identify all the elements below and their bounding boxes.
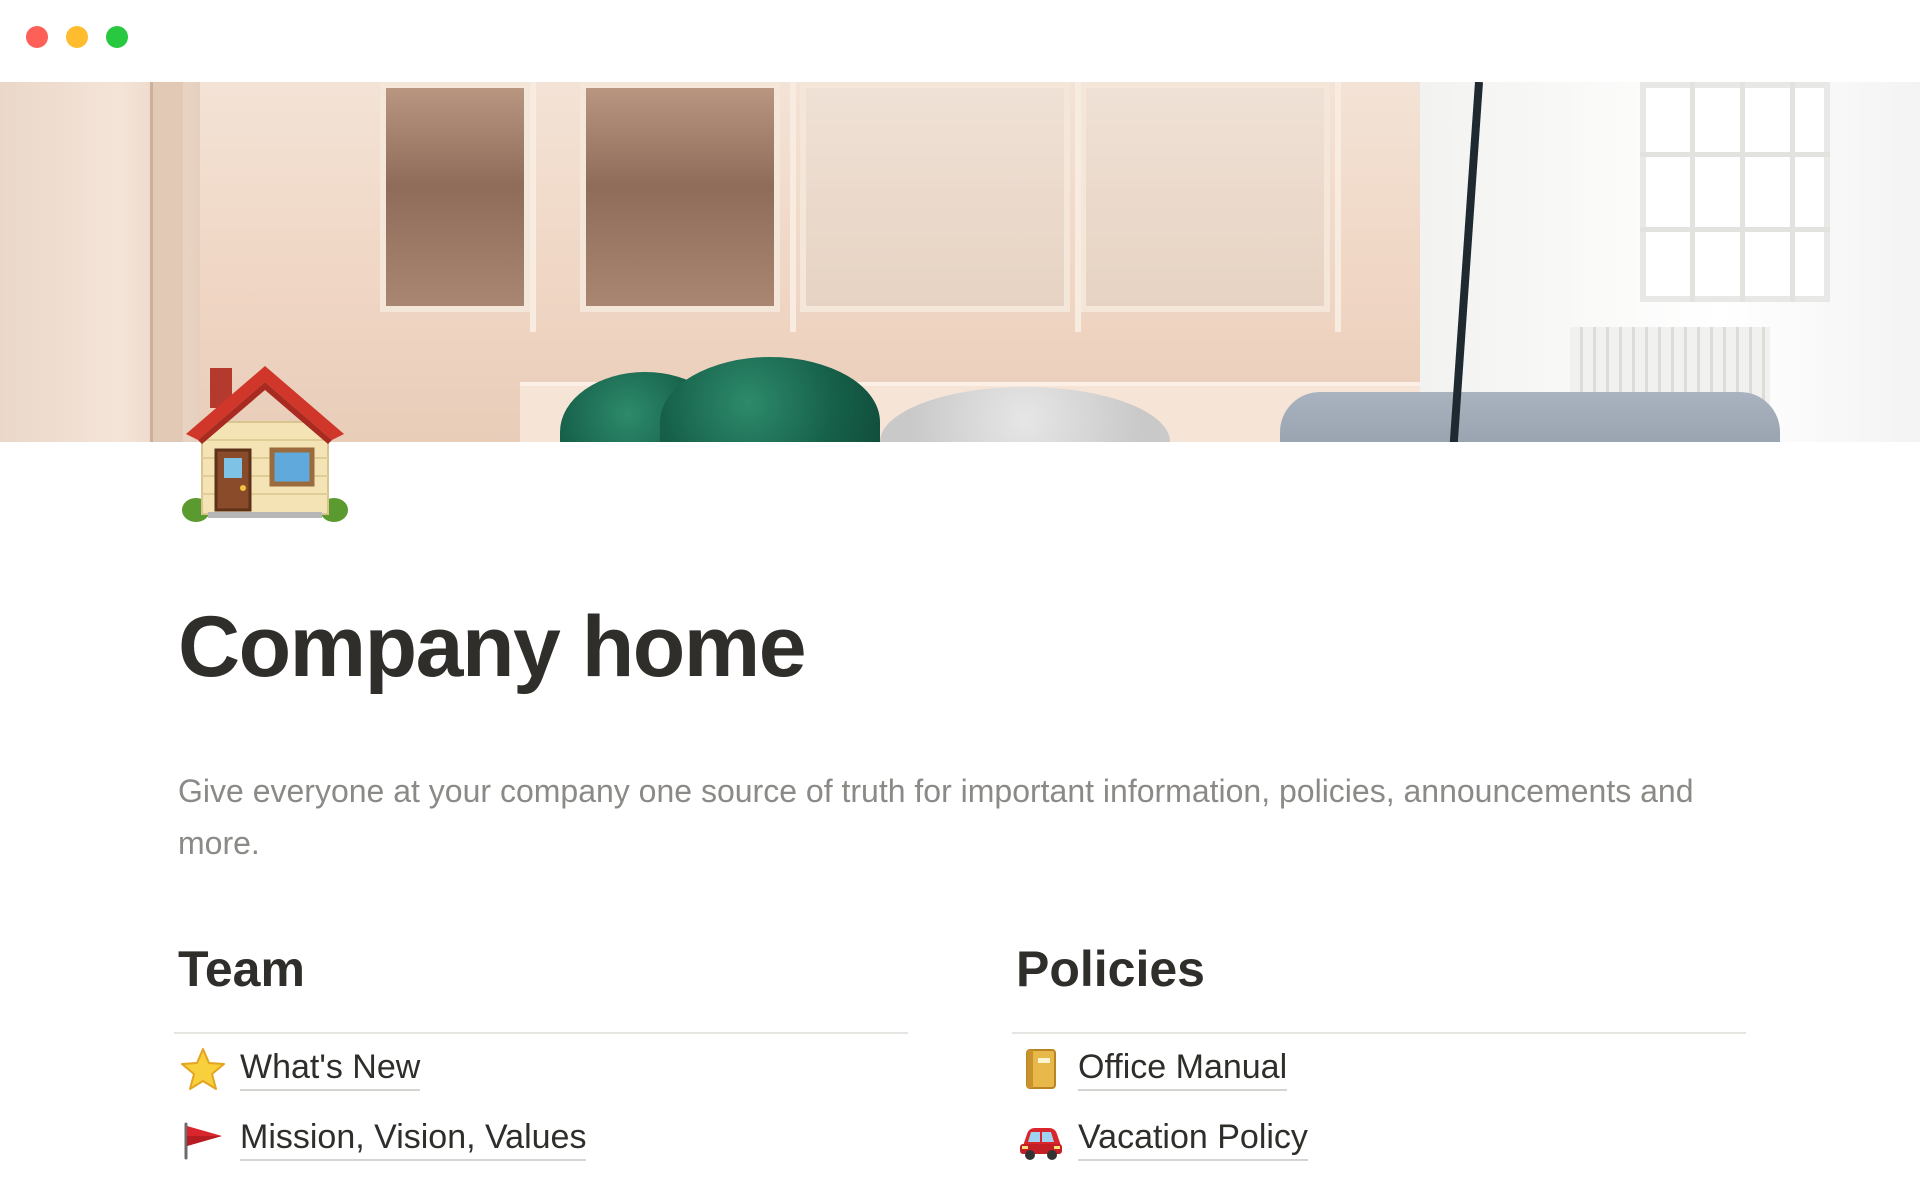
- house-icon[interactable]: [180, 360, 350, 530]
- link-label[interactable]: Office Manual: [1078, 1047, 1288, 1091]
- star-icon: [178, 1044, 228, 1094]
- link-office-manual[interactable]: Office Manual: [1012, 1034, 1746, 1104]
- notebook-icon: [1016, 1044, 1066, 1094]
- policies-heading[interactable]: Policies: [1012, 940, 1746, 998]
- minimize-window-button[interactable]: [66, 26, 88, 48]
- red-flag-icon: [178, 1114, 228, 1164]
- column-layout: Team What's New Mission, Vision, Values …: [174, 940, 1749, 1200]
- link-whats-new[interactable]: What's New: [174, 1034, 908, 1104]
- link-label[interactable]: Mission, Vision, Values: [240, 1117, 587, 1161]
- page-description[interactable]: Give everyone at your company one source…: [178, 765, 1748, 869]
- close-window-button[interactable]: [26, 26, 48, 48]
- page-content: Company home Give everyone at your compa…: [178, 600, 1748, 869]
- car-icon: [1016, 1114, 1066, 1164]
- policies-column: Policies Office Manual Vacation Policy: [1012, 940, 1746, 1174]
- team-heading[interactable]: Team: [174, 940, 908, 998]
- window-titlebar: [0, 0, 1920, 82]
- link-label[interactable]: What's New: [240, 1047, 421, 1091]
- link-label[interactable]: Vacation Policy: [1078, 1117, 1308, 1161]
- maximize-window-button[interactable]: [106, 26, 128, 48]
- team-column: Team What's New Mission, Vision, Values: [174, 940, 908, 1174]
- link-vacation-policy[interactable]: Vacation Policy: [1012, 1104, 1746, 1174]
- page-title[interactable]: Company home: [178, 600, 1748, 695]
- link-mission-vision-values[interactable]: Mission, Vision, Values: [174, 1104, 908, 1174]
